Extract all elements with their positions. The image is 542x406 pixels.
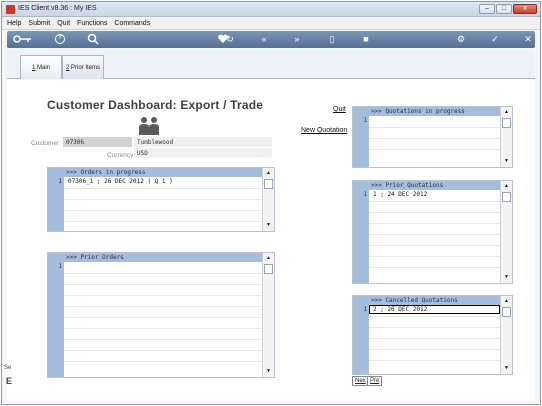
- scroll-up-icon[interactable]: ▲: [502, 297, 511, 306]
- table-row[interactable]: 1 ; 24 DEC 2012: [373, 191, 427, 198]
- scroll-down-icon[interactable]: ▼: [502, 364, 511, 373]
- scroll-up-icon[interactable]: ▲: [502, 108, 511, 117]
- row-number: 1: [58, 263, 62, 270]
- check-icon[interactable]: ✓: [488, 33, 502, 45]
- menu-commands[interactable]: Commands: [114, 20, 150, 27]
- app-window: IES Client v8.36 : My IES – □ x Help Sub…: [1, 1, 541, 405]
- row-number: 1: [363, 306, 367, 313]
- prior-quotations-grid: >>> Prior Quotations 1 1 ; 24 DEC 2012 ▲…: [352, 180, 513, 284]
- prior-orders-grid: >>> Prior Orders 1 ▲ ▼: [47, 252, 275, 378]
- tab-main-label: Main: [35, 65, 50, 71]
- scroll-thumb[interactable]: [502, 192, 511, 202]
- key-icon[interactable]: [13, 33, 33, 45]
- window-title: IES Client v8.36 : My IES: [18, 5, 97, 12]
- search-icon[interactable]: [86, 33, 100, 45]
- row-number-column: [353, 305, 369, 374]
- close-icon[interactable]: ✕: [521, 33, 535, 45]
- scroll-up-icon[interactable]: ▲: [264, 169, 273, 178]
- menu-functions[interactable]: Functions: [77, 20, 107, 27]
- main-content: Customer Dashboard: Export / Trade Quit …: [4, 80, 535, 400]
- currency-label: Currency: [107, 152, 134, 159]
- help-icon[interactable]: ?: [55, 34, 65, 44]
- title-bar: IES Client v8.36 : My IES – □ x: [2, 2, 540, 17]
- prior-quotations-header: >>> Prior Quotations: [353, 181, 500, 190]
- row-number-column: [353, 190, 369, 283]
- settings-icon[interactable]: ⚙: [454, 33, 468, 45]
- app-logo-icon: [6, 5, 15, 14]
- maximize-button[interactable]: □: [496, 4, 512, 14]
- scroll-down-icon[interactable]: ▼: [264, 367, 273, 376]
- scroll-down-icon[interactable]: ▼: [502, 157, 511, 166]
- tab-bar: 1 Main 2 Prior Items: [7, 49, 535, 79]
- prior-orders-header: >>> Prior Orders: [48, 253, 262, 262]
- scroll-down-icon[interactable]: ▼: [264, 221, 273, 230]
- menu-submit[interactable]: Submit: [28, 20, 50, 27]
- scroll-up-icon[interactable]: ▲: [264, 254, 273, 263]
- prior-quotations-scrollbar[interactable]: ▲ ▼: [500, 181, 512, 283]
- tab-prior-items[interactable]: 2 Prior Items: [62, 55, 104, 79]
- forward-icon[interactable]: »: [290, 33, 304, 45]
- tab-main[interactable]: 1 Main: [20, 55, 62, 79]
- scroll-thumb[interactable]: [502, 118, 511, 128]
- customer-name-field: Tumblewood: [134, 137, 272, 147]
- scroll-down-icon[interactable]: ▼: [502, 273, 511, 282]
- new-quotation-link[interactable]: New Quotation: [301, 127, 347, 134]
- customer-code-field[interactable]: 07306: [63, 137, 132, 147]
- prev-button[interactable]: Pre: [367, 376, 383, 386]
- customer-label: Customer: [31, 140, 60, 147]
- minimize-button[interactable]: –: [479, 4, 495, 14]
- row-number-column: [48, 262, 64, 377]
- orders-in-progress-grid: >>> Orders in progress 1 07306_1 ; 26 DE…: [47, 167, 275, 232]
- back-icon[interactable]: «: [257, 33, 271, 45]
- document-icon[interactable]: ▯: [325, 33, 339, 45]
- page-title: Customer Dashboard: Export / Trade: [47, 98, 264, 112]
- tab-prior-items-label: Prior Items: [69, 65, 100, 71]
- row-number: 1: [363, 191, 367, 198]
- toolbar: ? ↻ « » ▯ ■ ⚙ ✓ ✕: [7, 31, 535, 48]
- orders-scrollbar[interactable]: ▲ ▼: [262, 168, 274, 231]
- menu-quit[interactable]: Quit: [57, 20, 70, 27]
- people-icon: [139, 117, 159, 135]
- quotations-in-progress-grid: >>> Quotations in progress 1 ▲ ▼: [352, 106, 513, 168]
- side-stub-top: Se: [4, 365, 12, 371]
- currency-field: USD: [134, 148, 272, 158]
- quit-link[interactable]: Quit: [333, 106, 346, 113]
- scroll-thumb[interactable]: [264, 179, 273, 189]
- cancelled-scrollbar[interactable]: ▲ ▼: [500, 296, 512, 374]
- table-row[interactable]: 07306_1 ; 26 DEC 2012 ( Q 1 ): [68, 178, 173, 185]
- quotations-scrollbar[interactable]: ▲ ▼: [500, 107, 512, 167]
- scroll-thumb[interactable]: [264, 264, 273, 274]
- scroll-up-icon[interactable]: ▲: [502, 182, 511, 191]
- table-row[interactable]: 2 ; 26 DEC 2012: [373, 306, 427, 313]
- menu-help[interactable]: Help: [7, 20, 21, 27]
- quotations-in-progress-header: >>> Quotations in progress: [353, 107, 500, 116]
- cancelled-quotations-header: >>> Cancelled Quotations: [353, 296, 500, 305]
- orders-in-progress-header: >>> Orders in progress: [48, 168, 262, 177]
- refresh-icon[interactable]: ↻: [223, 33, 237, 45]
- row-number: 1: [363, 117, 367, 124]
- stop-icon[interactable]: ■: [359, 33, 373, 45]
- scroll-thumb[interactable]: [502, 307, 511, 317]
- row-number-column: [48, 177, 64, 231]
- cancelled-quotations-grid: >>> Cancelled Quotations 1 2 ; 26 DEC 20…: [352, 295, 513, 375]
- close-window-button[interactable]: x: [513, 4, 537, 14]
- row-number: 1: [58, 178, 62, 185]
- prior-orders-scrollbar[interactable]: ▲ ▼: [262, 253, 274, 377]
- side-stub-bottom: E: [6, 376, 13, 386]
- menu-bar: Help Submit Quit Functions Commands: [2, 17, 540, 30]
